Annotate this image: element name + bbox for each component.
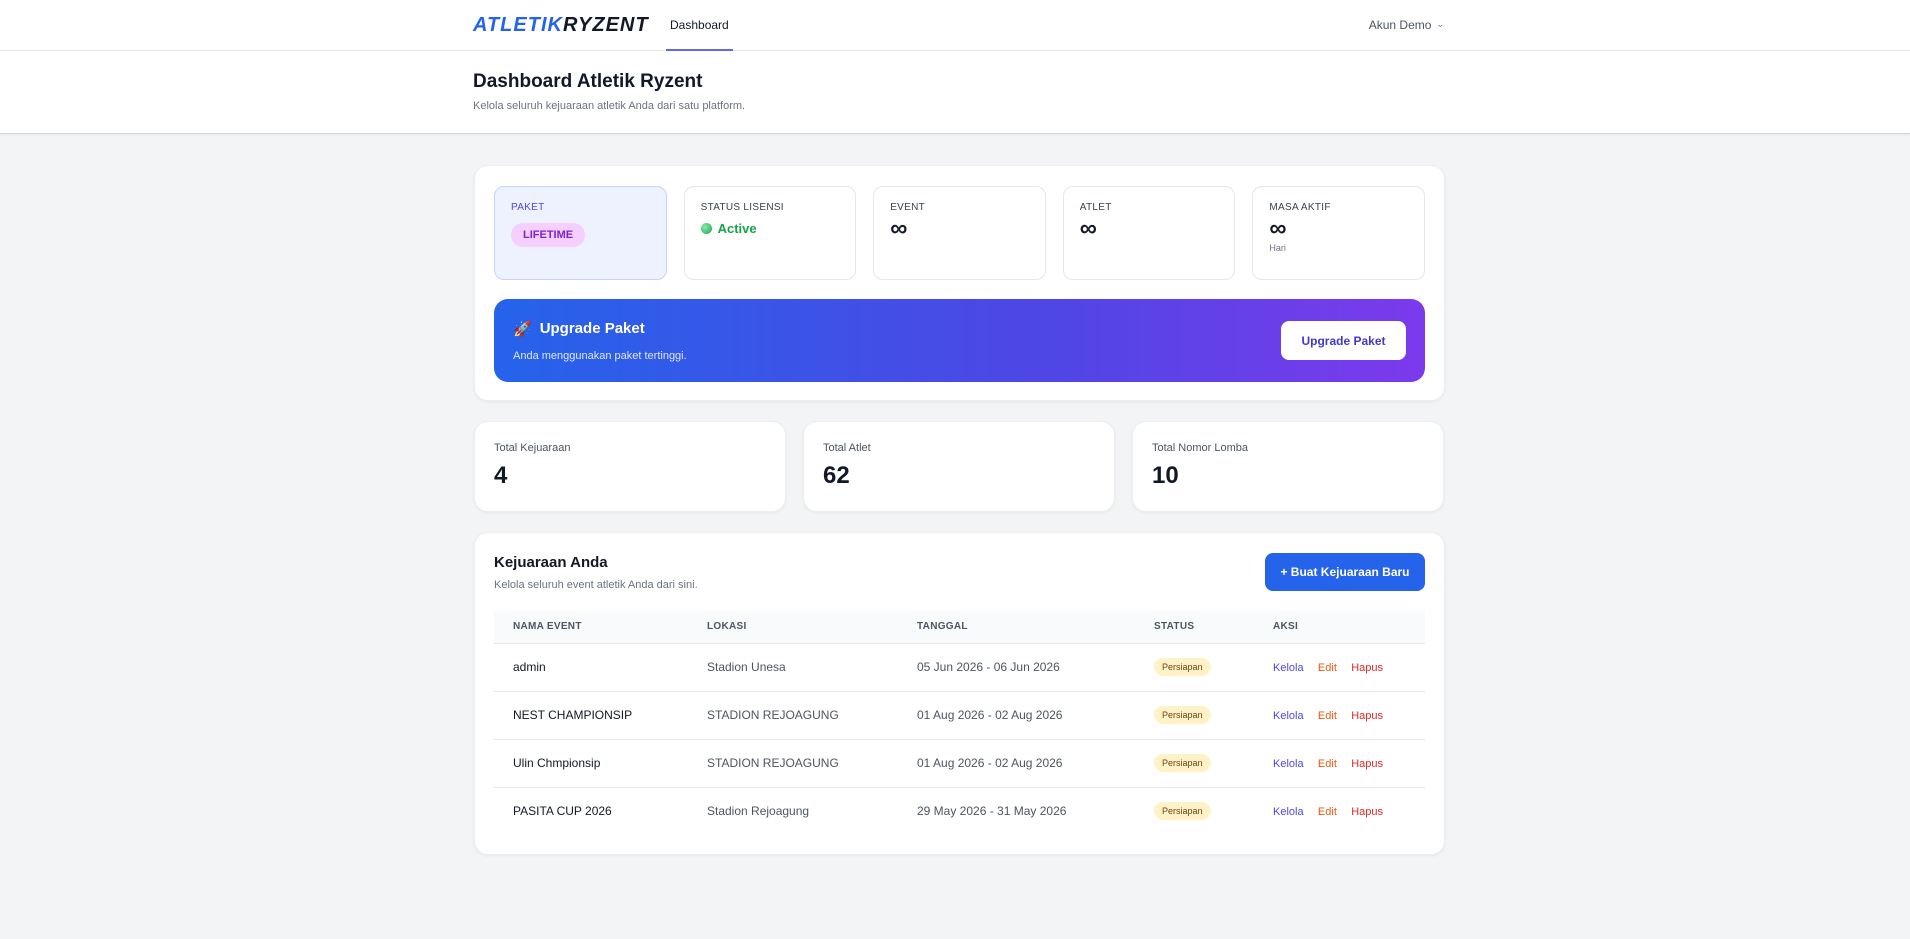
- status-box: STATUS LISENSI Active: [683, 186, 857, 280]
- top-navbar: ATLETIKRYZENT Dashboard Akun Demo ⌄: [0, 0, 1910, 51]
- stat-total-nomor-lomba: Total Nomor Lomba 10: [1132, 421, 1444, 512]
- app-logo[interactable]: ATLETIKRYZENT: [473, 14, 649, 37]
- upgrade-subtitle: Anda menggunakan paket tertinggi.: [513, 349, 687, 362]
- event-date: 29 May 2026 - 31 May 2026: [917, 804, 1067, 819]
- table-row: NEST CHAMPIONSIP STADION REJOAGUNG 01 Au…: [494, 691, 1425, 740]
- stat-total-atlet: Total Atlet 62: [803, 421, 1115, 512]
- event-date: 01 Aug 2026 - 02 Aug 2026: [898, 691, 1135, 740]
- table-row: Ulin Chmpionsip STADION REJOAGUNG 01 Aug…: [494, 739, 1425, 788]
- atlet-label: ATLET: [1079, 202, 1112, 213]
- page-title: Dashboard Atletik Ryzent: [473, 71, 703, 92]
- status-dot-icon: [700, 223, 712, 234]
- hapus-link[interactable]: Hapus: [1351, 806, 1383, 818]
- event-date: 01 Aug 2026 - 02 Aug 2026: [898, 739, 1135, 788]
- events-card: Kejuaraan Anda Kelola seluruh event atle…: [474, 532, 1445, 855]
- hapus-link[interactable]: Hapus: [1351, 758, 1383, 770]
- status-badge: Persiapan: [1154, 754, 1211, 772]
- create-event-button[interactable]: + Buat Kejuaraan Baru: [1265, 553, 1425, 591]
- edit-link[interactable]: Edit: [1318, 758, 1337, 770]
- kelola-link[interactable]: Kelola: [1273, 758, 1304, 770]
- status-badge: Persiapan: [1154, 658, 1211, 676]
- table-row: PASITA CUP 2026 Stadion Rejoagung 29 May…: [494, 787, 1425, 835]
- col-header-nama-event: NAMA EVENT: [494, 611, 688, 644]
- hapus-link[interactable]: Hapus: [1351, 710, 1383, 722]
- paket-box: PAKET LIFETIME: [494, 186, 667, 280]
- masa-aktif-unit: Hari: [1269, 243, 1286, 253]
- events-subtitle: Kelola seluruh event atletik Anda dari s…: [494, 579, 698, 591]
- stat-value: 62: [823, 462, 850, 489]
- status-value: Active: [717, 221, 757, 236]
- main-content: PAKET LIFETIME STATUS LISENSI Active EVE…: [474, 165, 1445, 855]
- event-label: EVENT: [890, 202, 926, 213]
- stat-label: Total Atlet: [823, 442, 871, 454]
- stat-total-kejuaraan: Total Kejuaraan 4: [474, 421, 786, 512]
- page-header: Dashboard Atletik Ryzent Kelola seluruh …: [0, 51, 1910, 134]
- event-date: 05 Jun 2026 - 06 Jun 2026: [898, 643, 1135, 692]
- table-row: admin Stadion Unesa 05 Jun 2026 - 06 Jun…: [494, 643, 1425, 692]
- stat-label: Total Nomor Lomba: [1152, 442, 1248, 454]
- col-header-status: STATUS: [1135, 611, 1254, 644]
- upgrade-title: Upgrade Paket: [539, 320, 645, 337]
- masa-aktif-value: ∞: [1269, 215, 1287, 242]
- edit-link[interactable]: Edit: [1318, 662, 1337, 674]
- edit-link[interactable]: Edit: [1318, 806, 1337, 818]
- event-name: NEST CHAMPIONSIP: [494, 691, 688, 740]
- event-name: admin: [494, 643, 688, 692]
- account-label: Akun Demo: [1368, 17, 1432, 32]
- col-header-tanggal: TANGGAL: [898, 611, 1135, 644]
- stat-label: Total Kejuaraan: [494, 442, 571, 454]
- kelola-link[interactable]: Kelola: [1273, 710, 1304, 722]
- col-header-lokasi: LOKASI: [688, 611, 898, 644]
- upgrade-paket-button[interactable]: Upgrade Paket: [1281, 321, 1406, 360]
- col-header-aksi: AKSI: [1254, 611, 1425, 644]
- event-name: Ulin Chmpionsip: [494, 739, 688, 788]
- logo-part-1: ATLETIK: [473, 14, 563, 36]
- events-table: NAMA EVENT LOKASI TANGGAL STATUS AKSI ad…: [494, 611, 1425, 835]
- chevron-down-icon: ⌄: [1436, 19, 1444, 29]
- event-location: STADION REJOAGUNG: [688, 691, 898, 740]
- edit-link[interactable]: Edit: [1318, 710, 1337, 722]
- event-box: EVENT ∞: [873, 186, 1046, 280]
- paket-badge: LIFETIME: [511, 223, 586, 247]
- atlet-box: ATLET ∞: [1062, 186, 1236, 280]
- event-value: ∞: [890, 215, 908, 242]
- events-title: Kejuaraan Anda: [494, 554, 608, 571]
- event-name: PASITA CUP 2026: [513, 804, 612, 819]
- stat-value: 4: [494, 462, 508, 489]
- nav-dashboard-link[interactable]: Dashboard: [666, 0, 733, 51]
- event-location: Stadion Unesa: [688, 643, 898, 692]
- event-location: Stadion Rejoagung: [707, 804, 810, 819]
- event-location: STADION REJOAGUNG: [688, 739, 898, 788]
- paket-label: PAKET: [511, 202, 545, 213]
- kelola-link[interactable]: Kelola: [1273, 662, 1304, 674]
- masa-aktif-box: MASA AKTIF ∞ Hari: [1252, 186, 1425, 280]
- status-badge: Persiapan: [1154, 802, 1211, 821]
- kelola-link[interactable]: Kelola: [1273, 806, 1304, 818]
- page-subtitle: Kelola seluruh kejuaraan atletik Anda da…: [473, 100, 746, 112]
- status-badge: Persiapan: [1154, 706, 1211, 724]
- license-card: PAKET LIFETIME STATUS LISENSI Active EVE…: [474, 165, 1445, 401]
- upgrade-banner: 🚀 Upgrade Paket Anda menggunakan paket t…: [494, 299, 1425, 382]
- status-label: STATUS LISENSI: [700, 202, 784, 213]
- masa-aktif-label: MASA AKTIF: [1269, 202, 1331, 213]
- stats-row: Total Kejuaraan 4 Total Atlet 62 Total N…: [474, 421, 1445, 512]
- atlet-value: ∞: [1079, 215, 1097, 242]
- stat-value: 10: [1152, 462, 1179, 489]
- account-menu[interactable]: Akun Demo ⌄: [1369, 0, 1444, 49]
- logo-part-2: RYZENT: [562, 14, 649, 36]
- rocket-icon: 🚀: [513, 320, 532, 338]
- hapus-link[interactable]: Hapus: [1351, 662, 1383, 674]
